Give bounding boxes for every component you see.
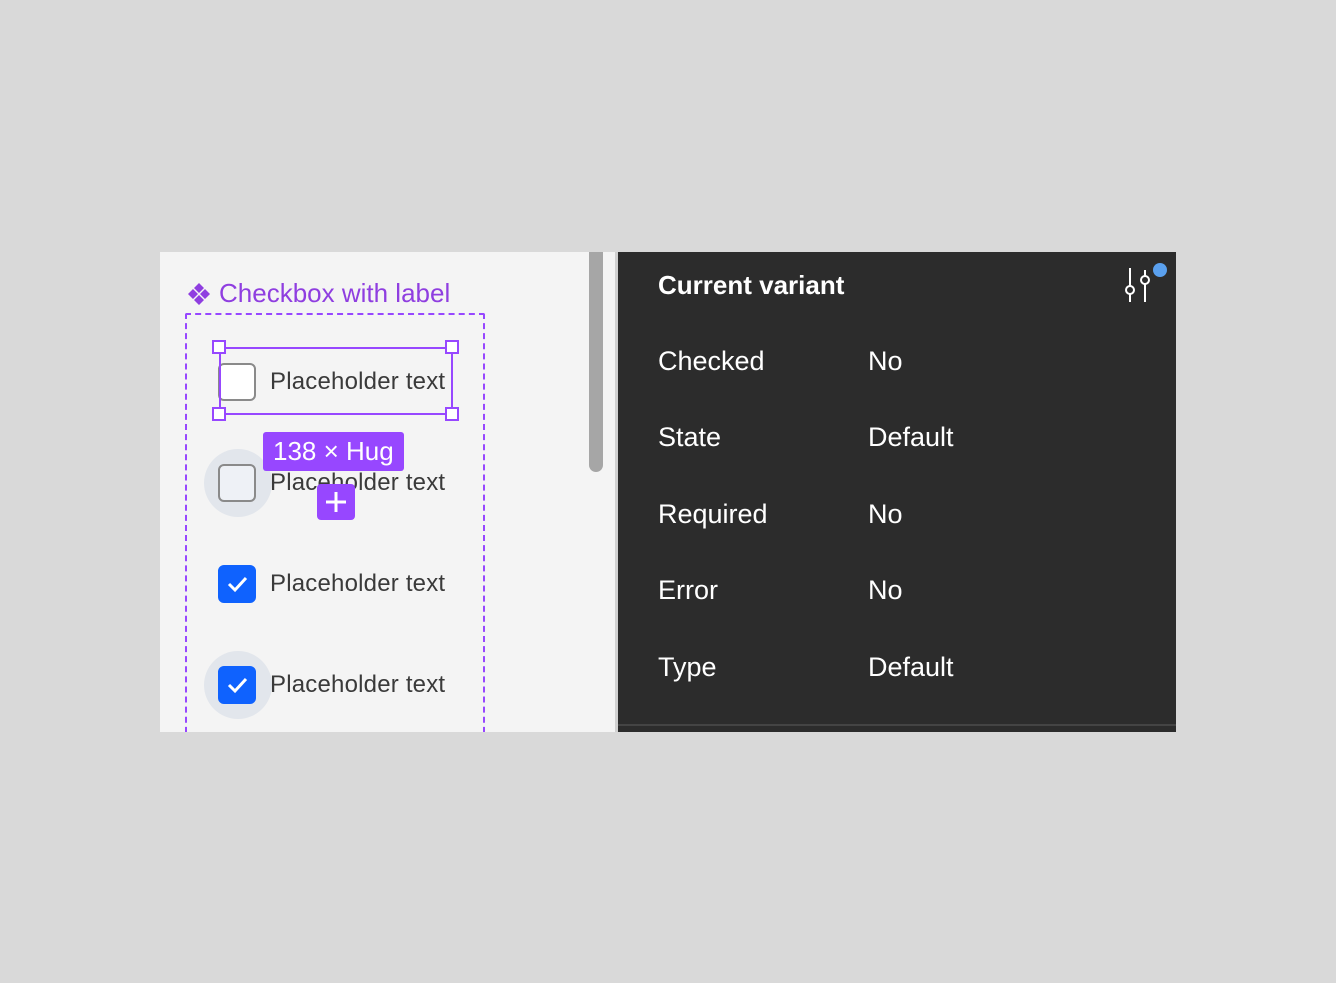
editor-frame: Checkbox with label Placeholder text Pla… bbox=[160, 252, 1176, 732]
property-value[interactable]: No bbox=[868, 499, 903, 530]
checkbox-row-checked-hover[interactable]: Placeholder text bbox=[218, 663, 445, 707]
notification-dot bbox=[1153, 263, 1167, 277]
component-title-label: Checkbox with label bbox=[219, 278, 451, 308]
dimension-badge: 138 × Hug bbox=[263, 432, 404, 471]
resize-handle-top-right[interactable] bbox=[445, 340, 459, 354]
variant-settings-button[interactable] bbox=[1118, 262, 1168, 306]
checkbox-checked-hover[interactable] bbox=[218, 666, 256, 704]
property-name: State bbox=[658, 422, 722, 452]
selection-box[interactable] bbox=[219, 347, 453, 415]
component-set-title[interactable]: Checkbox with label bbox=[186, 278, 450, 309]
component-icon bbox=[188, 282, 210, 305]
property-name: Error bbox=[658, 575, 718, 605]
property-value[interactable]: Default bbox=[868, 422, 954, 453]
canvas-scrollbar[interactable] bbox=[589, 252, 603, 472]
properties-panel: Current variant Checked No State Default… bbox=[618, 252, 1176, 732]
checkbox-row-checked[interactable]: Placeholder text bbox=[218, 562, 445, 606]
checkbox-hover[interactable] bbox=[218, 464, 256, 502]
resize-handle-top-left[interactable] bbox=[212, 340, 226, 354]
checkbox-label: Placeholder text bbox=[270, 671, 446, 698]
panel-divider bbox=[618, 724, 1176, 726]
panel-title: Current variant bbox=[658, 270, 845, 300]
resize-handle-bottom-left[interactable] bbox=[212, 407, 226, 421]
property-name: Required bbox=[658, 499, 768, 529]
checkbox-label: Placeholder text bbox=[270, 570, 446, 597]
checkbox-checked[interactable] bbox=[218, 565, 256, 603]
checkmark-icon bbox=[227, 576, 248, 593]
plus-icon bbox=[326, 492, 346, 512]
design-canvas[interactable]: Checkbox with label Placeholder text Pla… bbox=[160, 252, 615, 732]
property-value[interactable]: No bbox=[868, 346, 903, 377]
add-variant-button[interactable] bbox=[317, 484, 355, 520]
property-name: Type bbox=[658, 652, 717, 682]
resize-handle-bottom-right[interactable] bbox=[445, 407, 459, 421]
property-value[interactable]: Default bbox=[868, 652, 954, 683]
adjustments-icon bbox=[1125, 263, 1167, 302]
checkmark-icon bbox=[227, 677, 248, 694]
checkbox-label: Placeholder text bbox=[270, 469, 446, 496]
property-value[interactable]: No bbox=[868, 575, 903, 606]
property-name: Checked bbox=[658, 346, 765, 376]
